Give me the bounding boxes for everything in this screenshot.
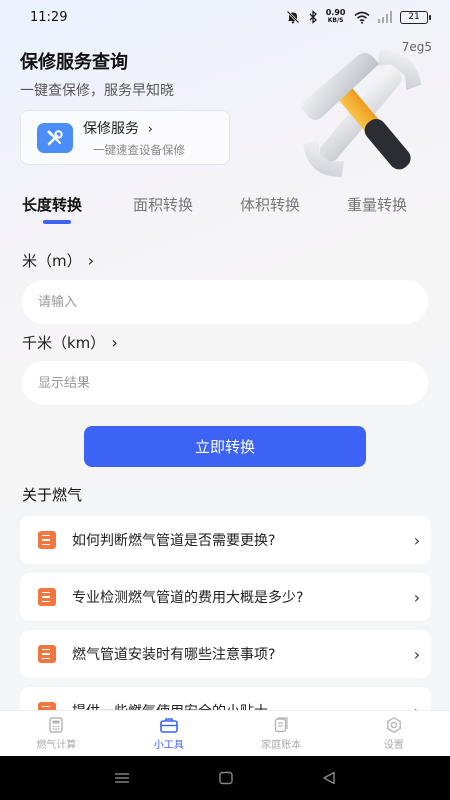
net-speed-unit: KB/S (327, 17, 344, 24)
battery-icon: 21 (400, 10, 431, 24)
tab-volume[interactable]: 体积转换 (240, 194, 300, 215)
to-unit-selector[interactable]: 千米（km） › (22, 332, 118, 353)
article-item[interactable]: 燃气管道安装时有哪些注意事项? › (20, 630, 431, 678)
nav-label: 家庭账本 (261, 740, 302, 751)
bottom-navigation: 燃气计算 小工具 家庭账本 设置 (0, 710, 450, 756)
chevron-right-icon: › (413, 530, 421, 550)
calculator-icon (49, 717, 63, 733)
chevron-right-icon: › (143, 121, 153, 137)
nav-label: 小工具 (153, 740, 184, 751)
to-unit-label: 千米（km） (22, 334, 106, 352)
converter-tabs: 长度转换 面积转换 体积转换 重量转换 (0, 190, 450, 230)
menu-icon[interactable] (114, 772, 130, 784)
nav-tools[interactable]: 小工具 (113, 711, 226, 756)
from-unit-label: 米（m） (22, 252, 82, 270)
nav-settings[interactable]: 设置 (338, 711, 450, 756)
active-tab-indicator (43, 220, 71, 224)
home-icon[interactable] (218, 771, 234, 785)
article-title: 燃气管道安装时有哪些注意事项? (72, 647, 276, 663)
section-title-about-gas: 关于燃气 (22, 486, 83, 504)
document-icon (38, 531, 56, 549)
banner-title: 保修服务查询 (20, 52, 128, 73)
nav-gas-calculator[interactable]: 燃气计算 (0, 711, 113, 756)
chevron-right-icon: › (413, 587, 421, 607)
tab-area[interactable]: 面积转换 (133, 194, 193, 215)
app-screen: 11:29 0.90 KB/S 21 保修服务查询 一键查保修，服务早知晓 7e… (0, 0, 450, 800)
nav-label: 燃气计算 (36, 740, 77, 751)
tab-length[interactable]: 长度转换 (22, 194, 82, 215)
document-icon (38, 588, 56, 606)
mute-bell-icon (286, 10, 300, 24)
signal-icon (377, 11, 392, 23)
wifi-icon (353, 11, 370, 24)
article-title: 专业检测燃气管道的费用大概是多少? (72, 590, 304, 606)
back-icon[interactable] (322, 771, 336, 785)
status-time: 11:29 (30, 9, 68, 25)
article-title: 如何判断燃气管道是否需要更换? (72, 533, 276, 549)
system-navigation-bar (0, 756, 450, 800)
net-speed: 0.90 KB/S (326, 9, 346, 25)
document-icon (38, 645, 56, 663)
repair-card-title-row: 保修服务 › (83, 118, 185, 138)
nav-label: 设置 (383, 740, 404, 751)
hammer-wrench-illustration (298, 49, 422, 177)
status-bar: 11:29 0.90 KB/S 21 (0, 0, 450, 34)
result-output-field (22, 361, 428, 405)
banner-subtitle: 一键查保修，服务早知晓 (20, 83, 174, 99)
settings-icon (386, 716, 401, 734)
repair-service-card[interactable]: 保修服务 › 一键速查设备保修 (20, 110, 230, 165)
ledger-icon (275, 717, 288, 733)
net-speed-value: 0.90 (325, 8, 346, 17)
article-item[interactable]: 如何判断燃气管道是否需要更换? › (20, 516, 431, 564)
chevron-right-icon: › (111, 333, 118, 352)
chevron-right-icon: › (413, 644, 421, 664)
article-item[interactable]: 专业检测燃气管道的费用大概是多少? › (20, 573, 431, 621)
toolbox-icon (159, 718, 178, 733)
wrench-screwdriver-icon (37, 122, 73, 153)
repair-card-subtitle: 一键速查设备保修 (93, 142, 185, 157)
from-value-input[interactable] (22, 280, 428, 324)
from-unit-selector[interactable]: 米（m） › (22, 250, 94, 271)
nav-household-ledger[interactable]: 家庭账本 (225, 711, 338, 756)
tab-weight[interactable]: 重量转换 (347, 194, 407, 215)
chevron-right-icon: › (87, 251, 95, 270)
battery-level: 21 (408, 11, 420, 22)
convert-button[interactable]: 立即转换 (84, 426, 366, 467)
status-icons: 0.90 KB/S 21 (286, 9, 431, 25)
bluetooth-icon (309, 10, 317, 24)
repair-card-title: 保修服务 (83, 120, 139, 137)
